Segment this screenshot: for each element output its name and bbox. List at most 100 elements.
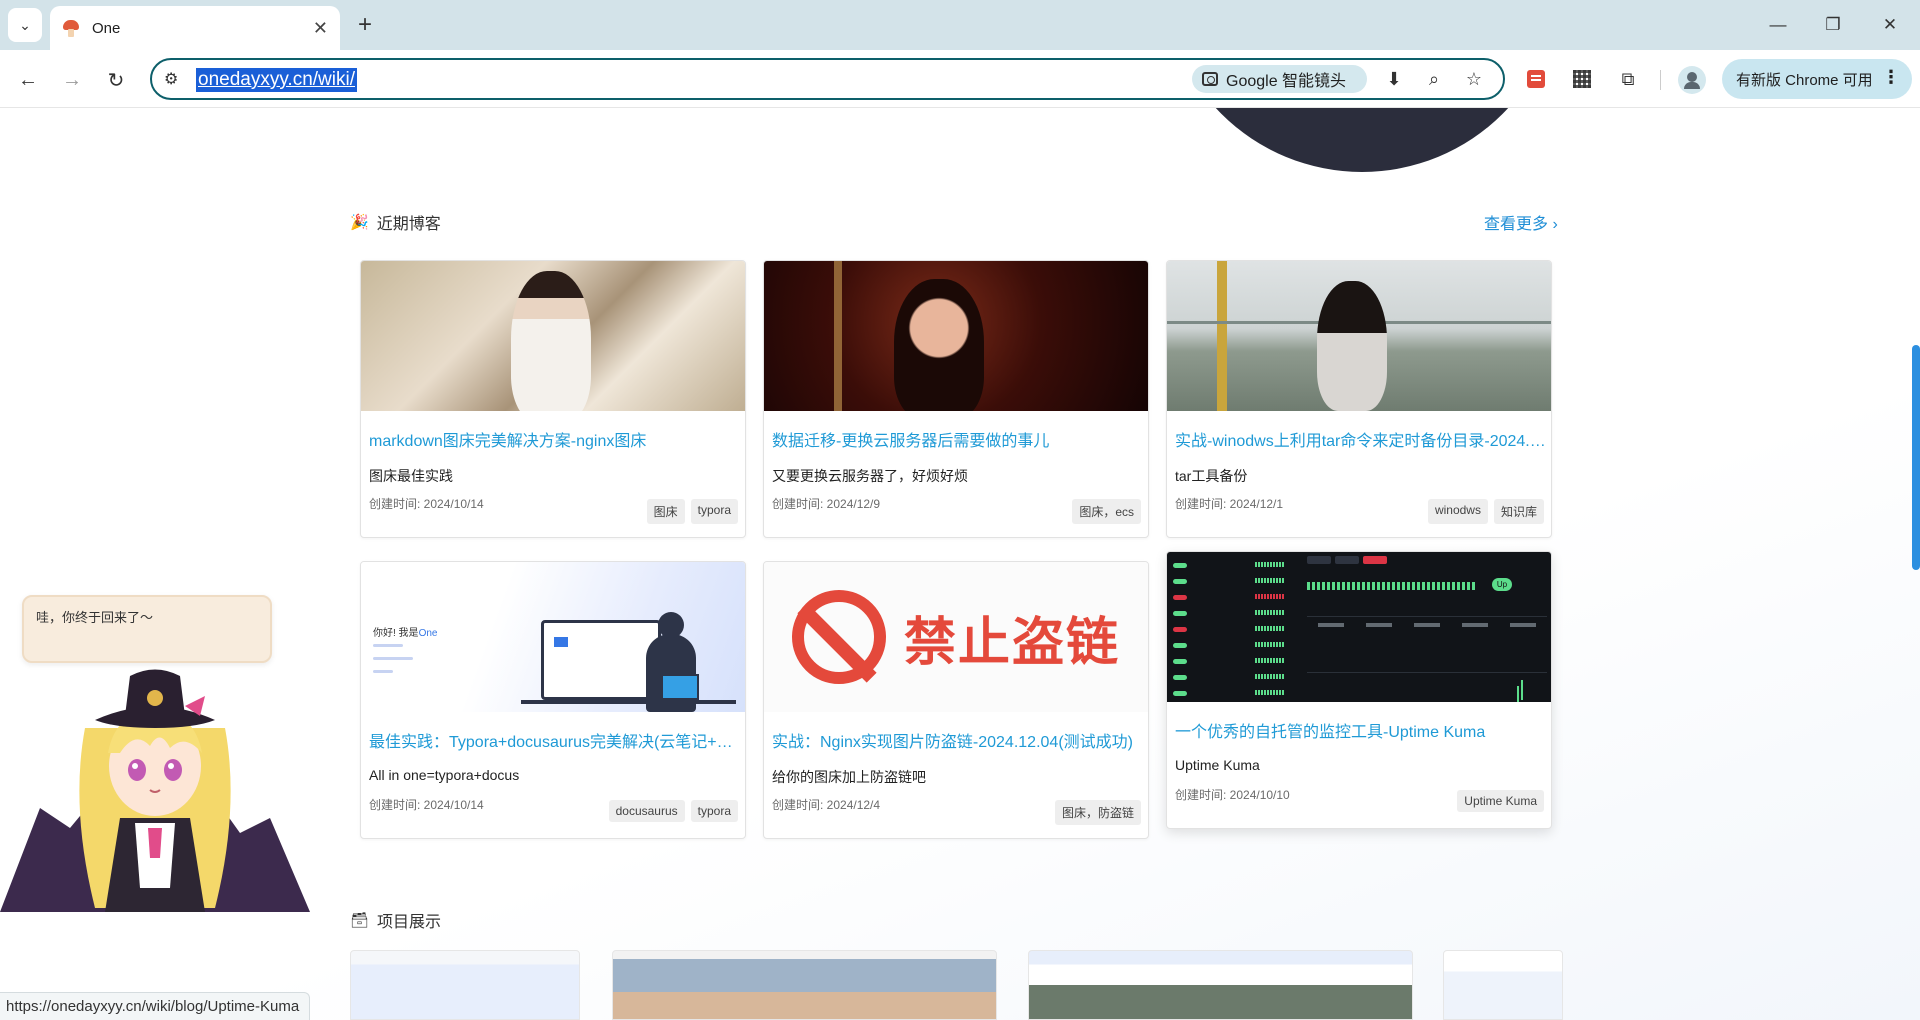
blog-thumbnail[interactable] (361, 261, 745, 411)
arrow-left-icon: ← (18, 68, 38, 91)
tab-search-button[interactable]: ⌄ (8, 8, 42, 42)
page-scrollbar-thumb[interactable] (1912, 345, 1920, 570)
blog-card-date: 创建时间: 2024/10/10 (1175, 788, 1290, 802)
tab-active[interactable]: One ✕ (50, 6, 340, 50)
back-button[interactable]: ← (12, 64, 44, 96)
blog-card-tags: 图床，防盗链 (1054, 800, 1141, 825)
reload-icon: ↻ (107, 69, 125, 92)
archive-box-icon: 🗃 (350, 912, 370, 929)
blog-card-title[interactable]: markdown图床完美解决方案-nginx图床 (369, 427, 741, 451)
close-window-button[interactable]: ✕ (1872, 10, 1908, 40)
zoom-icon[interactable]: ⌕ (1420, 67, 1448, 91)
blog-card-date: 创建时间: 2024/12/4 (772, 798, 881, 812)
update-label: 有新版 Chrome 可用 (1736, 71, 1873, 89)
blog-card-title[interactable]: 最佳实践：Typora+docusaurus完美解决(云笔记+网站) (369, 728, 741, 752)
tab-title: One (92, 19, 121, 37)
blog-card-tags: Uptime Kuma (1457, 790, 1544, 812)
status-bar-url: https://onedayxyy.cn/wiki/blog/Uptime-Ku… (0, 992, 311, 1020)
minimize-button[interactable]: — (1760, 10, 1796, 40)
illustration-greeting: 你好! 我是One (373, 628, 438, 639)
tag[interactable]: 知识库 (1493, 499, 1544, 524)
view-more-link[interactable]: 查看更多 › (1484, 210, 1558, 234)
tag[interactable]: typora (690, 800, 738, 822)
mascot-greeting: 哇，你终于回来了～ (36, 610, 154, 625)
project-thumbnail[interactable] (350, 950, 580, 1020)
chrome-update-button[interactable]: 有新版 Chrome 可用 ⋮ (1722, 59, 1912, 99)
illustration-person (646, 612, 696, 712)
party-popper-icon: 🎉 (350, 214, 369, 231)
status-up-badge: Up (1492, 578, 1512, 591)
forward-button[interactable]: → (56, 64, 88, 96)
blog-thumbnail[interactable]: 你好! 我是One (361, 562, 745, 712)
projects-title: 项目展示 (377, 914, 442, 931)
toolbar-divider (1660, 70, 1661, 90)
blog-card[interactable]: 禁止盗链 实战：Nginx实现图片防盗链-2024.12.04(测试成功) 给你… (763, 561, 1149, 839)
project-thumbnail[interactable] (1028, 950, 1413, 1020)
blog-card-tags: winodws 知识库 (1427, 499, 1544, 524)
camera-icon (1202, 72, 1218, 86)
chevron-down-icon: ⌄ (19, 16, 31, 33)
blog-thumbnail[interactable] (764, 261, 1148, 411)
tag[interactable]: winodws (1427, 499, 1488, 524)
blog-card-date: 创建时间: 2024/12/1 (1175, 497, 1284, 511)
blog-card[interactable]: 实战-winodws上利用tar命令来定时备份目录-2024.12.1(测试成功… (1166, 260, 1552, 538)
address-bar[interactable]: ⚙ onedayxyy.cn/wiki/ Google 智能镜头 ⬇ ⌕ ☆ (150, 58, 1505, 100)
tag[interactable]: 图床，ecs (1072, 499, 1141, 524)
blog-card-title[interactable]: 数据迁移-更换云服务器后需要做的事儿 (772, 427, 1144, 451)
install-app-icon[interactable]: ⬇ (1380, 67, 1408, 91)
bookmark-star-icon[interactable]: ☆ (1460, 67, 1488, 91)
close-tab-icon[interactable]: ✕ (313, 18, 328, 39)
tag[interactable]: 图床 (646, 499, 685, 524)
google-lens-button[interactable]: Google 智能镜头 (1192, 65, 1367, 93)
blog-card-desc: tar工具备份 (1175, 468, 1248, 484)
hero-decoration (1163, 108, 1561, 172)
extensions-puzzle-icon[interactable]: ⧉ (1614, 66, 1642, 92)
blog-card-tags: docusaurus typora (608, 800, 738, 822)
tab-bar: ⌄ One ✕ + — ❐ ✕ (0, 0, 1920, 50)
project-thumbnail[interactable] (1443, 950, 1563, 1020)
mushroom-favicon-icon (62, 19, 80, 37)
arrow-right-icon: → (62, 68, 82, 91)
restore-button[interactable]: ❐ (1815, 10, 1851, 40)
tag[interactable]: docusaurus (608, 800, 685, 822)
google-lens-label: Google 智能镜头 (1226, 73, 1347, 90)
blog-card-desc: All in one=typora+docus (369, 767, 520, 783)
heartbeat-bar (1307, 582, 1477, 590)
blog-thumbnail[interactable]: Up (1167, 552, 1551, 702)
blog-card[interactable]: markdown图床完美解决方案-nginx图床 图床最佳实践 创建时间: 20… (360, 260, 746, 538)
illustration-screen (541, 620, 661, 700)
blog-thumbnail[interactable] (1167, 261, 1551, 411)
tag[interactable]: Uptime Kuma (1457, 790, 1544, 812)
profile-avatar-icon[interactable] (1678, 66, 1706, 94)
tag[interactable]: 图床，防盗链 (1054, 800, 1141, 825)
blog-card-title[interactable]: 实战：Nginx实现图片防盗链-2024.12.04(测试成功) (772, 728, 1144, 752)
blog-card-desc: 又要更换云服务器了，好烦好烦 (772, 468, 968, 484)
blog-card[interactable]: 你好! 我是One 最佳实践：Typora+docusaurus完美解决(云笔记… (360, 561, 746, 839)
tag[interactable]: typora (690, 499, 738, 524)
mascot-chat-bubble: 哇，你终于回来了～ (22, 595, 272, 663)
blog-thumbnail[interactable]: 禁止盗链 (764, 562, 1148, 712)
extension-reader-icon[interactable] (1522, 66, 1550, 92)
url-input[interactable]: onedayxyy.cn/wiki/ (196, 68, 357, 92)
blog-card-desc: 图床最佳实践 (369, 468, 453, 484)
recent-blogs-title: 近期博客 (376, 216, 441, 233)
blog-card-title[interactable]: 实战-winodws上利用tar命令来定时备份目录-2024.12.1(测试成功… (1175, 427, 1547, 451)
blog-card[interactable]: Up 一个优秀的自托管的监控工具-Uptime Kuma Uptime Kuma… (1166, 551, 1552, 829)
no-entry-icon (791, 590, 886, 684)
blog-card[interactable]: 数据迁移-更换云服务器后需要做的事儿 又要更换云服务器了，好烦好烦 创建时间: … (763, 260, 1149, 538)
reload-button[interactable]: ↻ (100, 64, 132, 96)
blog-card-tags: 图床 typora (646, 499, 738, 524)
project-thumbnail[interactable] (612, 950, 997, 1020)
browser-toolbar: ← → ↻ ⚙ onedayxyy.cn/wiki/ Google 智能镜头 ⬇… (0, 50, 1920, 108)
blog-card-tags: 图床，ecs (1072, 499, 1141, 524)
site-info-icon[interactable]: ⚙ (164, 69, 178, 89)
recent-blogs-heading: 🎉 近期博客 (350, 210, 441, 234)
blog-card-title[interactable]: 一个优秀的自托管的监控工具-Uptime Kuma (1175, 718, 1547, 742)
mascot-character[interactable] (0, 658, 310, 912)
new-tab-button[interactable]: + (350, 10, 380, 40)
qr-code-icon[interactable] (1568, 66, 1596, 92)
illustration-laptop (661, 674, 699, 700)
projects-heading: 🗃 项目展示 (350, 908, 441, 932)
more-menu-icon[interactable]: ⋮ (1882, 67, 1900, 88)
no-hotlink-text: 禁止盗链 (903, 612, 1120, 673)
